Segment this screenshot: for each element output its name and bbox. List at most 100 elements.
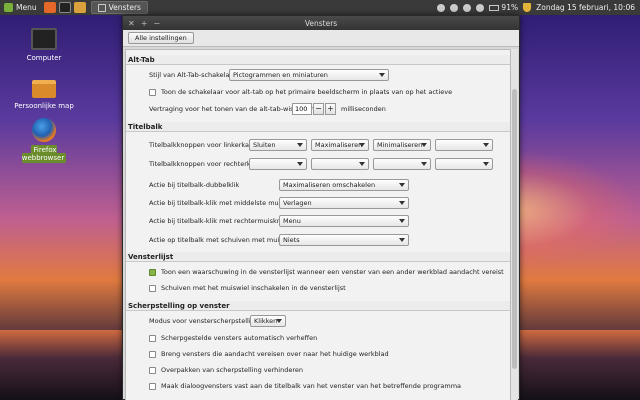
desktop-icon-label: Computer: [26, 54, 62, 62]
network-icon[interactable]: [463, 3, 472, 12]
system-tray: 91% Zondag 15 februari, 10:06: [437, 3, 640, 12]
chevron-down-icon: [399, 238, 405, 242]
alttab-delay-unit: milliseconden: [341, 105, 386, 113]
titlebar-rightclick-label: Actie bij titelbalk-klik met rechtermuis…: [149, 217, 289, 225]
chevron-down-icon: [399, 183, 405, 187]
titlebar-scroll-combo[interactable]: Niets: [279, 234, 409, 246]
scrollbar-thumb[interactable]: [512, 89, 517, 369]
taskbar-window-vensters[interactable]: Vensters: [90, 1, 148, 14]
chevron-down-icon: [359, 162, 365, 166]
combo-value: Verlagen: [283, 199, 312, 207]
desktop-icon-label: Firefox webbrowser: [21, 145, 67, 163]
top-panel: Menu Vensters 91% Zondag 15 februari, 10…: [0, 0, 640, 15]
windowlist-warn-row[interactable]: Toon een waarschuwing in de vensterlijst…: [149, 266, 504, 278]
titlebar-dblclick-combo[interactable]: Maximaliseren omschakelen: [279, 179, 409, 191]
titlebar-dblclick-row: Actie bij titelbalk-dubbelklik: [149, 179, 239, 191]
alttab-delay-input[interactable]: 100: [292, 103, 312, 115]
titlebar-dblclick-label: Actie bij titelbalk-dubbelklik: [149, 181, 240, 189]
combo-value: Klikken: [254, 317, 278, 325]
windowlist-wheel-checkbox[interactable]: [149, 284, 156, 292]
titlebar-rightclick-combo[interactable]: Menu: [279, 215, 409, 227]
focus-opt4-row[interactable]: Maak dialoogvensters vast aan de titelba…: [149, 380, 461, 392]
alttab-style-row: Stijl van Alt-Tab-schakelaar: [149, 69, 236, 81]
files-launcher-icon[interactable]: [73, 2, 86, 13]
combo-value: Menu: [283, 217, 301, 225]
section-alt-tab: Alt-Tab: [126, 55, 510, 65]
titlebar-scroll-label: Actie op titelbalk met schuiven met muis: [149, 236, 283, 244]
firefox-launcher-icon[interactable]: [43, 2, 56, 13]
volume-icon[interactable]: [476, 3, 485, 12]
focus-opt2-row[interactable]: Breng vensters die aandacht vereisen ove…: [149, 348, 389, 360]
windowlist-wheel-row[interactable]: Schuiven met het muiswiel inschakelen in…: [149, 282, 346, 294]
titlebar-left-combo-1[interactable]: Sluiten: [249, 139, 307, 151]
focus-opt3-checkbox[interactable]: [149, 366, 156, 374]
titlebar-rightclick-row: Actie bij titelbalk-klik met rechtermuis…: [149, 215, 289, 227]
combo-value: Niets: [283, 236, 300, 244]
alttab-delay-unit-row: milliseconden: [341, 103, 386, 115]
delay-increase-button[interactable]: +: [325, 103, 336, 115]
section-window-focus: Scherpstelling op venster: [126, 301, 510, 311]
titlebar-right-combo-1[interactable]: [249, 158, 307, 170]
terminal-launcher-icon[interactable]: [58, 2, 71, 13]
chevron-down-icon: [421, 143, 427, 147]
battery-percentage: 91%: [501, 3, 519, 12]
windowlist-warn-checkbox[interactable]: [149, 268, 156, 276]
titlebar-left-combo-4[interactable]: [435, 139, 493, 151]
section-titlebar: Titelbalk: [126, 122, 510, 132]
chevron-down-icon: [379, 73, 385, 77]
section-title: Titelbalk: [126, 122, 510, 132]
titlebar-right-label: Titelbalkknoppen voor rechterkant: [149, 160, 262, 168]
home-folder-icon: [32, 80, 56, 98]
chevron-down-icon: [399, 201, 405, 205]
focus-opt4-label: Maak dialoogvensters vast aan de titelba…: [161, 382, 462, 390]
focus-opt1-row[interactable]: Scherpgestelde vensters automatisch verh…: [149, 332, 317, 344]
alttab-style-combo[interactable]: Pictogrammen en miniaturen: [229, 69, 389, 81]
delay-decrease-button[interactable]: −: [313, 103, 324, 115]
titlebar-right-combo-4[interactable]: [435, 158, 493, 170]
alttab-primary-label: Toon de schakelaar voor alt-tab op het p…: [161, 88, 453, 96]
chevron-down-icon: [421, 162, 427, 166]
settings-content: Alt-Tab Stijl van Alt-Tab-schakelaar Pic…: [125, 49, 511, 400]
chevron-down-icon: [297, 162, 303, 166]
clock[interactable]: Zondag 15 februari, 10:06: [536, 3, 635, 12]
titlebar-left-label: Titelbalkknoppen voor linkerkant: [149, 141, 256, 149]
desktop-icon-firefox[interactable]: Firefox webbrowser: [14, 118, 74, 163]
battery-indicator[interactable]: 91%: [489, 3, 518, 12]
menu-label: Menu: [16, 3, 37, 12]
settings-window-icon: [97, 3, 106, 12]
section-title: Vensterlijst: [126, 252, 510, 262]
chevron-down-icon: [483, 143, 489, 147]
windowlist-warn-label: Toon een waarschuwing in de vensterlijst…: [161, 268, 504, 276]
menu-button[interactable]: Menu: [0, 0, 41, 15]
focus-opt1-label: Scherpgestelde vensters automatisch verh…: [161, 334, 318, 342]
titlebar-right-combo-2[interactable]: [311, 158, 369, 170]
alttab-primary-checkbox[interactable]: [149, 88, 156, 96]
focus-opt3-label: Overpakken van scherpstelling verhindere…: [161, 366, 304, 374]
focus-mode-row: Modus voor vensterscherpstelling: [149, 315, 259, 327]
focus-opt2-checkbox[interactable]: [149, 350, 156, 358]
titlebar-scroll-row: Actie op titelbalk met schuiven met muis: [149, 234, 283, 246]
all-settings-button[interactable]: Alle instellingen: [128, 32, 194, 44]
desktop-icon-home[interactable]: Persoonlijke map: [14, 80, 74, 110]
focus-opt2-label: Breng vensters die aandacht vereisen ove…: [161, 350, 389, 358]
focus-opt3-row[interactable]: Overpakken van scherpstelling verhindere…: [149, 364, 303, 376]
content-scrollbar[interactable]: [511, 49, 518, 400]
desktop-icon-computer[interactable]: Computer: [14, 28, 74, 62]
alttab-primary-row[interactable]: Toon de schakelaar voor alt-tab op het p…: [149, 86, 452, 98]
combo-value: Maximaliseren omschakelen: [283, 181, 376, 189]
focus-mode-combo[interactable]: Klikken: [250, 315, 286, 327]
titlebar-left-combo-3[interactable]: Minimaliseren: [373, 139, 431, 151]
window-titlebar[interactable]: ✕ + − Vensters: [123, 16, 519, 30]
window-title: Vensters: [304, 18, 338, 28]
focus-opt1-checkbox[interactable]: [149, 334, 156, 342]
focus-opt4-checkbox[interactable]: [149, 382, 156, 390]
update-manager-icon[interactable]: [523, 3, 532, 12]
bluetooth-icon[interactable]: [450, 3, 459, 12]
windowlist-wheel-label: Schuiven met het muiswiel inschakelen in…: [161, 284, 346, 292]
titlebar-middle-combo[interactable]: Verlagen: [279, 197, 409, 209]
titlebar-left-combo-2[interactable]: Maximaliseren: [311, 139, 369, 151]
titlebar-right-combo-3[interactable]: [373, 158, 431, 170]
user-icon[interactable]: [437, 3, 446, 12]
section-title: Scherpstelling op venster: [126, 301, 510, 311]
section-window-list: Vensterlijst: [126, 252, 510, 262]
